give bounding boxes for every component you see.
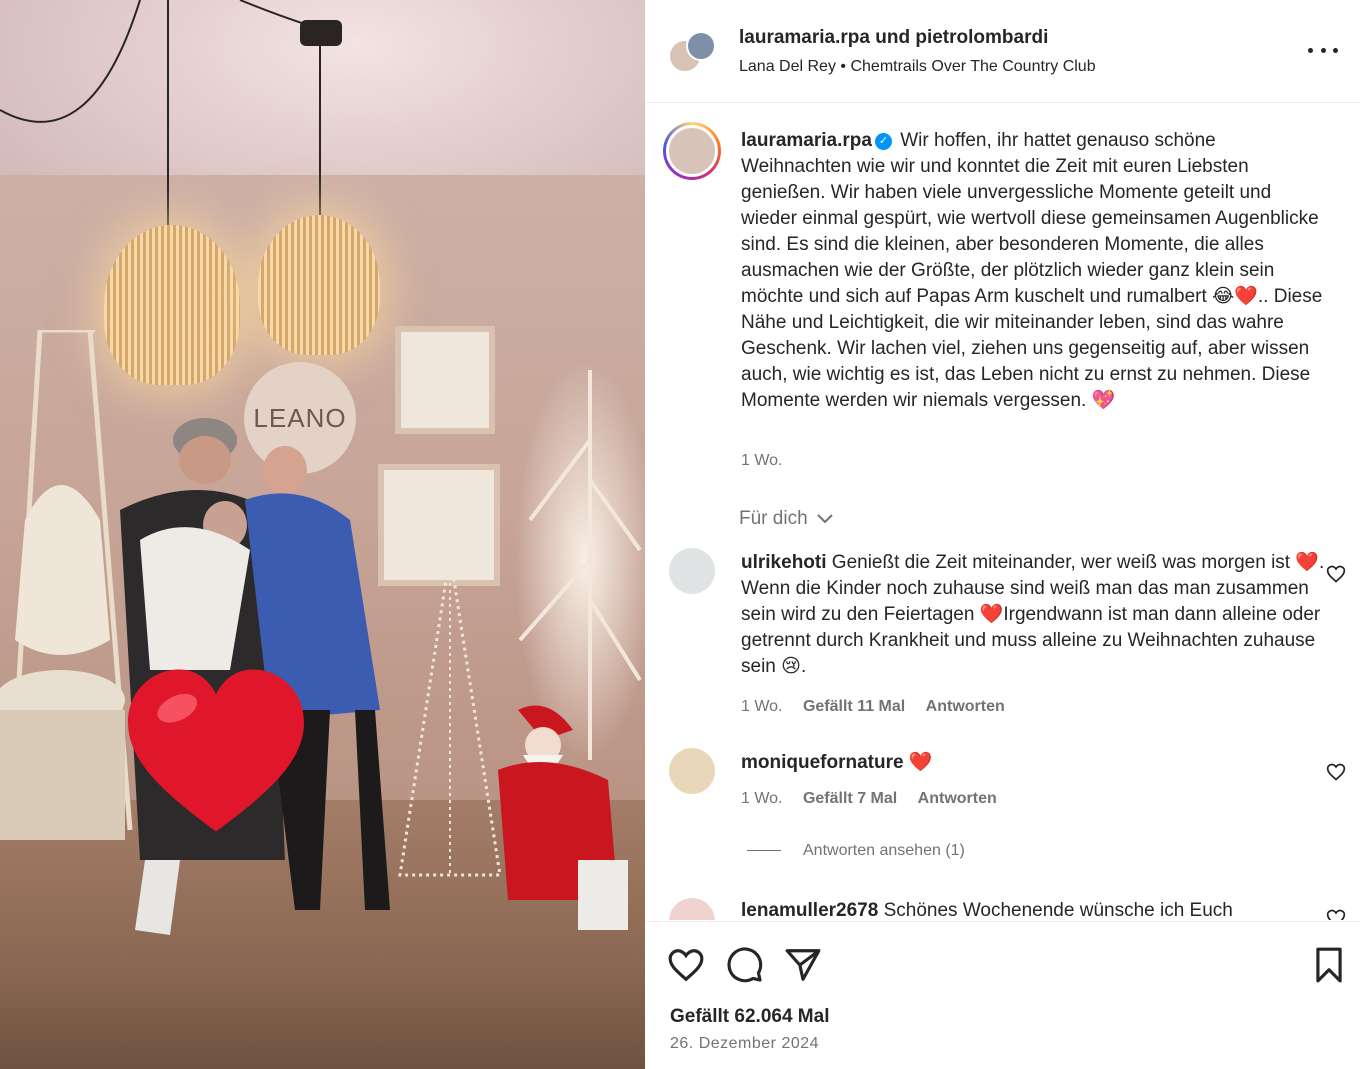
post-header: lauramaria.rpa und pietrolombardi Lana D… [645,0,1360,103]
music-separator: • [840,58,847,75]
comment-item: ulrikehoti Genießt die Zeit miteinander,… [645,544,1360,724]
comment-reply-button[interactable]: Antworten [918,790,997,807]
collab-avatar-image [668,31,716,73]
collab-avatar[interactable] [667,28,717,78]
comment-text: moniquefornature ❤️ [741,750,1331,776]
comment-avatar[interactable] [669,548,715,594]
post-date: 26. Dezember 2024 [670,1035,820,1052]
comment-meta: 1 Wo. Gefällt 7 Mal Antworten [741,790,1013,808]
pendant-lamp-right [258,215,380,355]
chevron-down-icon [817,514,833,524]
more-options-icon[interactable] [1308,38,1338,62]
for-you-filter[interactable]: Für dich [739,508,833,530]
comment-like-icon[interactable] [1326,908,1346,920]
comment-body: Genießt die Zeit miteinander, wer weiß w… [741,552,1325,677]
lamp-cords [0,0,342,225]
comment-avatar[interactable] [669,898,715,920]
share-send-icon[interactable] [784,946,822,984]
for-you-label: Für dich [739,508,808,529]
post-likes-count[interactable]: Gefällt 62.064 Mal [670,1006,829,1028]
comment-item: lenamuller2678 Schönes Wochenende wünsch… [645,894,1360,920]
caption-time[interactable]: 1 Wo. [741,452,783,469]
caption-meta: 1 Wo. [741,452,799,470]
like-heart-icon[interactable] [667,946,705,984]
caption-emoji-1: 😂❤️ [1212,286,1258,307]
comment-meta: 1 Wo. Gefällt 11 Mal Antworten [741,698,1021,716]
music-artist[interactable]: Lana Del Rey [739,58,836,75]
caption-text: lauramaria.rpa ✓ Wir hoffen, ihr hattet g… [741,128,1331,414]
music-info[interactable]: Lana Del Rey • Chemtrails Over The Count… [739,58,1096,76]
comment-reply-button[interactable]: Antworten [926,698,1005,715]
post-actions: Gefällt 62.064 Mal 26. Dezember 2024 [645,921,1360,1069]
wall-frame-top [395,326,495,434]
comment-username[interactable]: lenamuller2678 [741,900,878,920]
comment-time[interactable]: 1 Wo. [741,790,783,807]
save-bookmark-icon[interactable] [1310,946,1348,984]
santa-figure [498,705,628,930]
post-media[interactable]: LEANO [0,0,645,1069]
caption-body-1: Wir hoffen, ihr hattet genauso schöne We… [741,130,1319,307]
comment-text: ulrikehoti Genießt die Zeit miteinander,… [741,550,1331,680]
verified-badge-icon: ✓ [874,133,892,150]
comment-username[interactable]: ulrikehoti [741,552,827,573]
music-track[interactable]: Chemtrails Over The Country Club [850,58,1095,75]
post-detail-panel: lauramaria.rpa und pietrolombardi Lana D… [645,0,1360,1069]
comment-body: ❤️ [908,752,933,773]
caption-username[interactable]: lauramaria.rpa [741,130,872,151]
comment-like-icon[interactable] [1326,762,1346,782]
caption-avatar[interactable] [663,122,721,180]
comment-bubble-icon[interactable] [726,946,764,984]
caption-block: lauramaria.rpa ✓ Wir hoffen, ihr hattet g… [645,104,1360,484]
comment-time[interactable]: 1 Wo. [741,698,783,715]
comment-text: lenamuller2678 Schönes Wochenende wünsch… [741,898,1331,920]
post-authors[interactable]: lauramaria.rpa und pietrolombardi [739,27,1048,49]
comments-scroll-area[interactable]: lauramaria.rpa ✓ Wir hoffen, ihr hattet g… [645,104,1360,920]
comment-like-icon[interactable] [1326,564,1346,584]
comment-likes[interactable]: Gefällt 7 Mal [803,790,897,807]
view-replies-button[interactable]: Antworten ansehen (1) [747,842,965,860]
comment-body: Schönes Wochenende wünsche ich Euch [883,900,1233,920]
caption-emoji-2: 💖 [1091,390,1116,411]
comment-likes[interactable]: Gefällt 11 Mal [803,698,905,715]
heart-sticker [128,669,304,832]
comment-username[interactable]: moniquefornature [741,752,904,773]
comment-avatar[interactable] [669,748,715,794]
